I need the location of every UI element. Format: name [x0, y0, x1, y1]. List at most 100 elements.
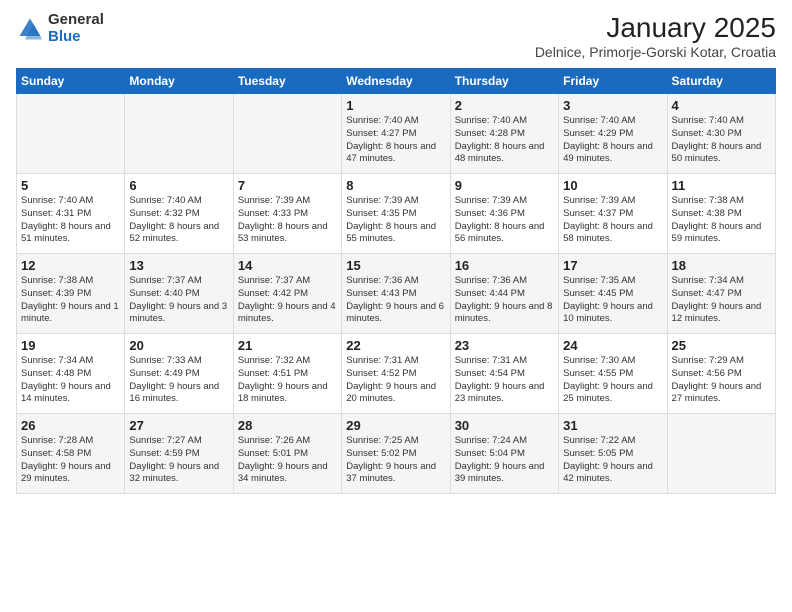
calendar-cell: 8 Sunrise: 7:39 AM Sunset: 4:35 PM Daylig… — [342, 174, 450, 254]
calendar-cell: 14 Sunrise: 7:37 AM Sunset: 4:42 PM Dayli… — [233, 254, 341, 334]
day-number: 26 — [21, 418, 120, 433]
calendar-body: 1Sunrise: 7:40 AM Sunset: 4:27 PM Daylig… — [17, 94, 776, 494]
header-day-wednesday: Wednesday — [342, 69, 450, 94]
page-container: General Blue January 2025 Delnice, Primo… — [0, 0, 792, 502]
cell-info: Sunrise: 7:40 AM Sunset: 4:30 PM Dayligh… — [672, 115, 771, 166]
day-number: 6 — [129, 178, 228, 193]
logo: General Blue — [16, 12, 104, 45]
calendar-cell: 3 Sunrise: 7:40 AM Sunset: 4:29 PM Daylig… — [559, 94, 667, 174]
header-row: SundayMondayTuesdayWednesdayThursdayFrid… — [17, 69, 776, 94]
day-number: 25 — [672, 338, 771, 353]
calendar-cell: 15 Sunrise: 7:36 AM Sunset: 4:43 PM Dayli… — [342, 254, 450, 334]
logo-text: General Blue — [48, 12, 104, 45]
day-number: 28 — [238, 418, 337, 433]
cell-info: Sunrise: 7:24 AM Sunset: 5:04 PM Dayligh… — [455, 435, 554, 486]
cell-info: Sunrise: 7:31 AM Sunset: 4:52 PM Dayligh… — [346, 355, 445, 406]
calendar-cell — [667, 414, 775, 494]
calendar-cell: 30 Sunrise: 7:24 AM Sunset: 5:04 PM Dayli… — [450, 414, 558, 494]
calendar-cell: 1Sunrise: 7:40 AM Sunset: 4:27 PM Daylig… — [342, 94, 450, 174]
cell-info: Sunrise: 7:40 AM Sunset: 4:32 PM Dayligh… — [129, 195, 228, 246]
day-number: 3 — [563, 98, 662, 113]
cell-info: Sunrise: 7:40 AM Sunset: 4:29 PM Dayligh… — [563, 115, 662, 166]
cell-info: Sunrise: 7:33 AM Sunset: 4:49 PM Dayligh… — [129, 355, 228, 406]
day-number: 23 — [455, 338, 554, 353]
cell-info: Sunrise: 7:36 AM Sunset: 4:43 PM Dayligh… — [346, 275, 445, 326]
day-number: 11 — [672, 178, 771, 193]
header-day-sunday: Sunday — [17, 69, 125, 94]
day-number: 16 — [455, 258, 554, 273]
day-number: 7 — [238, 178, 337, 193]
calendar-header: SundayMondayTuesdayWednesdayThursdayFrid… — [17, 69, 776, 94]
day-number: 4 — [672, 98, 771, 113]
calendar-cell: 16 Sunrise: 7:36 AM Sunset: 4:44 PM Dayli… — [450, 254, 558, 334]
calendar-cell: 24 Sunrise: 7:30 AM Sunset: 4:55 PM Dayli… — [559, 334, 667, 414]
calendar-cell: 19 Sunrise: 7:34 AM Sunset: 4:48 PM Dayli… — [17, 334, 125, 414]
cell-info: Sunrise: 7:32 AM Sunset: 4:51 PM Dayligh… — [238, 355, 337, 406]
day-number: 1 — [346, 98, 445, 113]
cell-info: Sunrise: 7:40 AM Sunset: 4:28 PM Dayligh… — [455, 115, 554, 166]
calendar-cell: 28 Sunrise: 7:26 AM Sunset: 5:01 PM Dayli… — [233, 414, 341, 494]
week-row-0: 1Sunrise: 7:40 AM Sunset: 4:27 PM Daylig… — [17, 94, 776, 174]
day-number: 10 — [563, 178, 662, 193]
calendar-cell — [233, 94, 341, 174]
day-number: 5 — [21, 178, 120, 193]
calendar-cell: 17 Sunrise: 7:35 AM Sunset: 4:45 PM Dayli… — [559, 254, 667, 334]
header-day-thursday: Thursday — [450, 69, 558, 94]
calendar-cell: 7 Sunrise: 7:39 AM Sunset: 4:33 PM Daylig… — [233, 174, 341, 254]
logo-blue: Blue — [48, 29, 104, 46]
cell-info: Sunrise: 7:29 AM Sunset: 4:56 PM Dayligh… — [672, 355, 771, 406]
day-number: 19 — [21, 338, 120, 353]
cell-info: Sunrise: 7:28 AM Sunset: 4:58 PM Dayligh… — [21, 435, 120, 486]
calendar-cell: 23 Sunrise: 7:31 AM Sunset: 4:54 PM Dayli… — [450, 334, 558, 414]
cell-info: Sunrise: 7:25 AM Sunset: 5:02 PM Dayligh… — [346, 435, 445, 486]
day-number: 8 — [346, 178, 445, 193]
day-number: 9 — [455, 178, 554, 193]
cell-info: Sunrise: 7:36 AM Sunset: 4:44 PM Dayligh… — [455, 275, 554, 326]
cell-info: Sunrise: 7:27 AM Sunset: 4:59 PM Dayligh… — [129, 435, 228, 486]
day-number: 14 — [238, 258, 337, 273]
main-title: January 2025 — [535, 12, 776, 44]
week-row-4: 26 Sunrise: 7:28 AM Sunset: 4:58 PM Dayli… — [17, 414, 776, 494]
cell-info: Sunrise: 7:35 AM Sunset: 4:45 PM Dayligh… — [563, 275, 662, 326]
logo-icon — [16, 15, 44, 43]
calendar-cell: 18Sunrise: 7:34 AM Sunset: 4:47 PM Dayli… — [667, 254, 775, 334]
cell-info: Sunrise: 7:38 AM Sunset: 4:38 PM Dayligh… — [672, 195, 771, 246]
logo-general: General — [48, 12, 104, 29]
calendar-cell: 22 Sunrise: 7:31 AM Sunset: 4:52 PM Dayli… — [342, 334, 450, 414]
day-number: 17 — [563, 258, 662, 273]
header-day-friday: Friday — [559, 69, 667, 94]
day-number: 22 — [346, 338, 445, 353]
header-day-tuesday: Tuesday — [233, 69, 341, 94]
day-number: 12 — [21, 258, 120, 273]
calendar-cell — [125, 94, 233, 174]
calendar-cell: 10Sunrise: 7:39 AM Sunset: 4:37 PM Dayli… — [559, 174, 667, 254]
calendar-cell: 21Sunrise: 7:32 AM Sunset: 4:51 PM Dayli… — [233, 334, 341, 414]
header: General Blue January 2025 Delnice, Primo… — [16, 12, 776, 60]
calendar-cell: 29Sunrise: 7:25 AM Sunset: 5:02 PM Dayli… — [342, 414, 450, 494]
cell-info: Sunrise: 7:37 AM Sunset: 4:40 PM Dayligh… — [129, 275, 228, 326]
calendar-cell: 27Sunrise: 7:27 AM Sunset: 4:59 PM Dayli… — [125, 414, 233, 494]
cell-info: Sunrise: 7:39 AM Sunset: 4:35 PM Dayligh… — [346, 195, 445, 246]
calendar-cell: 5 Sunrise: 7:40 AM Sunset: 4:31 PM Daylig… — [17, 174, 125, 254]
subtitle: Delnice, Primorje-Gorski Kotar, Croatia — [535, 44, 776, 60]
cell-info: Sunrise: 7:34 AM Sunset: 4:48 PM Dayligh… — [21, 355, 120, 406]
calendar-table: SundayMondayTuesdayWednesdayThursdayFrid… — [16, 68, 776, 494]
cell-info: Sunrise: 7:26 AM Sunset: 5:01 PM Dayligh… — [238, 435, 337, 486]
calendar-cell: 13Sunrise: 7:37 AM Sunset: 4:40 PM Dayli… — [125, 254, 233, 334]
cell-info: Sunrise: 7:40 AM Sunset: 4:31 PM Dayligh… — [21, 195, 120, 246]
cell-info: Sunrise: 7:37 AM Sunset: 4:42 PM Dayligh… — [238, 275, 337, 326]
calendar-cell: 31Sunrise: 7:22 AM Sunset: 5:05 PM Dayli… — [559, 414, 667, 494]
day-number: 31 — [563, 418, 662, 433]
cell-info: Sunrise: 7:39 AM Sunset: 4:33 PM Dayligh… — [238, 195, 337, 246]
day-number: 24 — [563, 338, 662, 353]
cell-info: Sunrise: 7:31 AM Sunset: 4:54 PM Dayligh… — [455, 355, 554, 406]
cell-info: Sunrise: 7:30 AM Sunset: 4:55 PM Dayligh… — [563, 355, 662, 406]
cell-info: Sunrise: 7:38 AM Sunset: 4:39 PM Dayligh… — [21, 275, 120, 326]
calendar-cell: 20Sunrise: 7:33 AM Sunset: 4:49 PM Dayli… — [125, 334, 233, 414]
cell-info: Sunrise: 7:34 AM Sunset: 4:47 PM Dayligh… — [672, 275, 771, 326]
day-number: 30 — [455, 418, 554, 433]
week-row-2: 12 Sunrise: 7:38 AM Sunset: 4:39 PM Dayli… — [17, 254, 776, 334]
calendar-cell: 9Sunrise: 7:39 AM Sunset: 4:36 PM Daylig… — [450, 174, 558, 254]
calendar-cell: 2Sunrise: 7:40 AM Sunset: 4:28 PM Daylig… — [450, 94, 558, 174]
day-number: 15 — [346, 258, 445, 273]
